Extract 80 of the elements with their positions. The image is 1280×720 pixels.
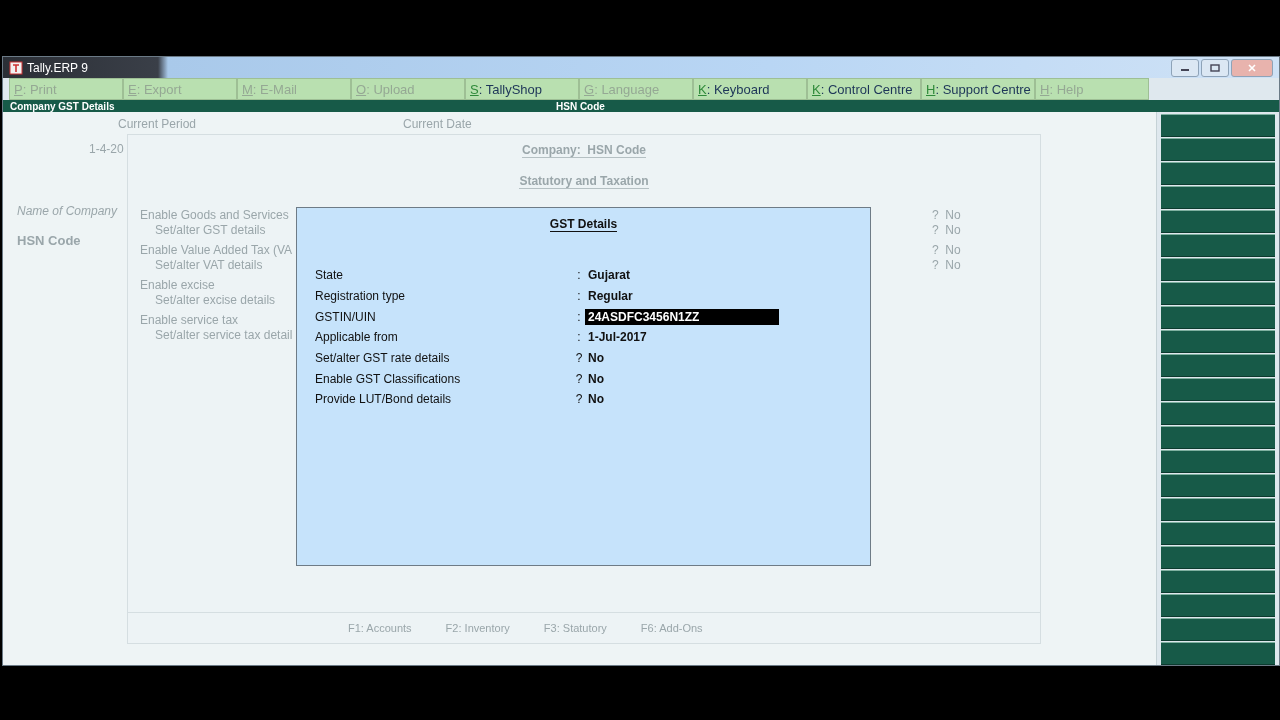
option-value: ? No	[932, 243, 962, 258]
field-separator: ?	[574, 371, 584, 386]
field-label: Set/alter GST rate details	[314, 351, 451, 366]
field-value[interactable]: Gujarat	[585, 267, 633, 284]
side-button[interactable]	[1161, 402, 1275, 425]
screen-title: Company GST Details	[10, 100, 115, 112]
side-button[interactable]	[1161, 330, 1275, 353]
field-label: Enable GST Classifications	[314, 371, 462, 386]
toolbar-button[interactable]: K: Keyboard	[693, 78, 807, 101]
option-label: Set/alter service tax detail	[155, 328, 293, 343]
field-value[interactable]: 1-Jul-2017	[585, 329, 650, 346]
field-value[interactable]: 24ASDFC3456N1ZZ	[585, 308, 779, 325]
maximize-button[interactable]	[1201, 59, 1229, 77]
field-label: Registration type	[314, 289, 407, 304]
side-button[interactable]	[1161, 234, 1275, 257]
side-button[interactable]	[1161, 474, 1275, 497]
function-key: F3: Statutory	[543, 621, 607, 634]
side-button[interactable]	[1161, 186, 1275, 209]
side-button[interactable]	[1161, 426, 1275, 449]
function-key: F6: Add-Ons	[640, 621, 703, 634]
field-value[interactable]: No	[585, 391, 607, 408]
option-label: Enable service tax	[140, 313, 239, 328]
side-button[interactable]	[1161, 114, 1275, 137]
option-label: Enable Goods and Services	[140, 208, 289, 223]
field-label: State	[314, 268, 345, 283]
dialog-title: GST Details	[549, 217, 618, 232]
toolbar-button[interactable]: K: Control Centre	[807, 78, 921, 101]
option-label: Enable Value Added Tax (VA	[140, 243, 293, 258]
option-label: Set/alter GST details	[155, 223, 266, 238]
maximize-icon	[1210, 64, 1220, 72]
company-name: HSN Code	[17, 233, 81, 248]
side-button[interactable]	[1161, 642, 1275, 665]
option-value: ? No	[932, 208, 962, 223]
period-value: 1-4-20	[89, 142, 124, 156]
side-button[interactable]	[1161, 258, 1275, 281]
field-separator: ?	[574, 392, 584, 407]
app-icon	[9, 60, 23, 75]
field-label: GSTIN/UIN	[314, 309, 377, 324]
field-separator: ?	[574, 351, 584, 366]
side-button[interactable]	[1161, 138, 1275, 161]
section-title: Statutory and Taxation	[519, 174, 649, 189]
field-value[interactable]: No	[585, 350, 607, 367]
side-button[interactable]	[1161, 594, 1275, 617]
field-value[interactable]: Regular	[585, 288, 636, 305]
company-heading: Company: HSN Code	[522, 143, 646, 158]
side-button[interactable]	[1161, 378, 1275, 401]
toolbar-button[interactable]: S: TallyShop	[465, 78, 579, 101]
side-button[interactable]	[1161, 618, 1275, 641]
field-value[interactable]: No	[585, 370, 607, 387]
option-label: Enable excise	[140, 278, 215, 293]
side-button[interactable]	[1161, 162, 1275, 185]
minimize-button[interactable]	[1171, 59, 1199, 77]
toolbar-button[interactable]: H: Support Centre	[921, 78, 1035, 101]
side-button[interactable]	[1161, 498, 1275, 521]
side-button[interactable]	[1161, 522, 1275, 545]
field-separator: :	[576, 268, 582, 283]
date-label: Current Date	[403, 117, 472, 131]
field-separator: :	[576, 289, 582, 304]
company-label: Name of Company	[17, 204, 118, 218]
side-button[interactable]	[1161, 546, 1275, 569]
option-label: Set/alter excise details	[155, 293, 276, 308]
option-value: ? No	[932, 223, 962, 238]
function-key: F1: Accounts	[348, 621, 412, 634]
option-value: ? No	[932, 258, 962, 273]
field-separator: :	[576, 330, 582, 345]
field-label: Provide LUT/Bond details	[314, 392, 453, 407]
side-button[interactable]	[1161, 354, 1275, 377]
field-separator: :	[576, 309, 582, 324]
close-icon	[1247, 64, 1257, 72]
side-button[interactable]	[1161, 306, 1275, 329]
side-button[interactable]	[1161, 570, 1275, 593]
option-label: Set/alter VAT details	[155, 258, 263, 273]
field-label: Applicable from	[314, 330, 399, 345]
side-button[interactable]	[1161, 282, 1275, 305]
period-label: Current Period	[118, 117, 197, 131]
function-key: F2: Inventory	[445, 621, 510, 634]
side-button[interactable]	[1161, 450, 1275, 473]
company-title: HSN Code	[556, 100, 605, 112]
side-button[interactable]	[1161, 210, 1275, 233]
window-title: Tally.ERP 9	[27, 60, 88, 75]
